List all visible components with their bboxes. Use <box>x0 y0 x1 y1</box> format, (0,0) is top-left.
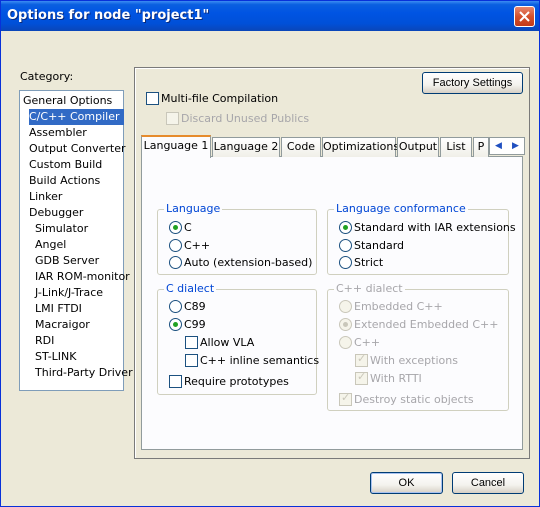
category-item-custom-build[interactable]: Custom Build <box>29 157 102 173</box>
close-button[interactable] <box>514 6 535 27</box>
language-c-label: C <box>184 221 192 234</box>
tab-output[interactable]: Output <box>397 137 439 157</box>
tab-p-partial[interactable]: P <box>473 137 489 157</box>
multi-file-compilation-label: Multi-file Compilation <box>161 92 279 105</box>
window-title: Options for node "project1" <box>7 8 210 23</box>
language-cpp-label: C++ <box>184 239 211 252</box>
with-rtti-checkbox: ✓ <box>355 370 368 385</box>
category-item-angel[interactable]: Angel <box>35 237 66 253</box>
require-prototypes-label: Require prototypes <box>184 375 289 388</box>
title-bar[interactable]: Options for node "project1" <box>1 1 539 31</box>
tab-optimizations[interactable]: Optimizations <box>322 137 399 157</box>
close-icon <box>519 11 530 22</box>
category-list[interactable]: General Options C/C++ Compiler Assembler… <box>19 90 133 391</box>
tab-language-2[interactable]: Language 2 <box>212 137 280 157</box>
c-dialect-c89-radio[interactable] <box>169 300 182 313</box>
category-item-linker[interactable]: Linker <box>29 189 62 205</box>
tab-code[interactable]: Code <box>281 137 321 157</box>
ok-button[interactable]: OK <box>370 472 443 494</box>
language-cpp-radio[interactable] <box>169 239 182 252</box>
allow-vla-checkbox[interactable] <box>185 336 198 349</box>
cancel-button[interactable]: Cancel <box>452 472 524 494</box>
cpp-inline-semantics-checkbox[interactable] <box>185 354 198 367</box>
conformance-standard-radio[interactable] <box>339 239 352 252</box>
destroy-static-objects-label: Destroy static objects <box>354 393 474 406</box>
language-group-title: Language <box>164 202 223 216</box>
factory-settings-button[interactable]: Factory Settings <box>422 72 523 94</box>
category-item-lmi-ftdi[interactable]: LMI FTDI <box>35 301 82 317</box>
category-item-assembler[interactable]: Assembler <box>29 125 87 141</box>
language-auto-label: Auto (extension-based) <box>184 256 313 269</box>
discard-unused-publics-checkbox <box>166 112 179 125</box>
cpp-dialect-group-title: C++ dialect <box>334 282 405 296</box>
cpp-dialect-cpp-label: C++ <box>354 336 381 349</box>
category-item-general-options[interactable]: General Options <box>23 93 112 109</box>
category-item-iar-rom-monitor[interactable]: IAR ROM-monitor <box>35 269 130 285</box>
options-dialog: Options for node "project1" Category: Ge… <box>0 0 540 507</box>
category-label: Category: <box>20 70 74 83</box>
with-exceptions-checkbox: ✓ <box>355 352 368 367</box>
c-dialect-group-title: C dialect <box>164 282 217 296</box>
multi-file-compilation-checkbox[interactable] <box>146 92 159 105</box>
category-item-build-actions[interactable]: Build Actions <box>29 173 100 189</box>
cpp-inline-semantics-label: C++ inline semantics <box>200 354 320 367</box>
category-item-c-cpp-compiler[interactable]: C/C++ Compiler <box>29 109 124 125</box>
conformance-strict-label: Strict <box>354 256 384 269</box>
cpp-dialect-extended-radio <box>339 318 352 331</box>
c-dialect-c99-label: C99 <box>184 318 206 331</box>
tab-scroll-left-icon[interactable]: ◀ <box>490 138 507 154</box>
c-dialect-c99-radio[interactable] <box>169 318 182 331</box>
tab-scroll-buttons: ◀ ▶ <box>489 137 525 155</box>
cpp-dialect-cpp-radio <box>339 336 352 349</box>
category-item-rdi[interactable]: RDI <box>35 333 54 349</box>
c-dialect-c89-label: C89 <box>184 300 206 313</box>
language-conformance-group-title: Language conformance <box>334 202 468 216</box>
cpp-dialect-embedded-label: Embedded C++ <box>354 300 443 313</box>
cpp-dialect-embedded-radio <box>339 300 352 313</box>
category-item-gdb-server[interactable]: GDB Server <box>35 253 99 269</box>
category-item-output-converter[interactable]: Output Converter <box>29 141 126 157</box>
tab-language-1[interactable]: Language 1 <box>141 135 211 158</box>
category-item-debugger[interactable]: Debugger <box>29 205 83 221</box>
conformance-strict-radio[interactable] <box>339 256 352 269</box>
conformance-standard-iar-label: Standard with IAR extensions <box>354 221 516 234</box>
language-c-radio[interactable] <box>169 221 182 234</box>
category-item-simulator[interactable]: Simulator <box>35 221 88 237</box>
destroy-static-objects-checkbox: ✓ <box>339 391 352 406</box>
category-item-macraigor[interactable]: Macraigor <box>35 317 90 333</box>
require-prototypes-checkbox[interactable] <box>169 375 182 388</box>
category-item-third-party-driver[interactable]: Third-Party Driver <box>35 365 133 381</box>
discard-unused-publics-label: Discard Unused Publics <box>181 112 310 125</box>
with-exceptions-label: With exceptions <box>370 354 458 367</box>
tab-list[interactable]: List <box>440 137 472 157</box>
with-rtti-label: With RTTI <box>370 372 422 385</box>
allow-vla-label: Allow VLA <box>200 336 255 349</box>
cpp-dialect-extended-label: Extended Embedded C++ <box>354 318 499 331</box>
category-item-jlink-jtrace[interactable]: J-Link/J-Trace <box>35 285 103 301</box>
category-item-st-link[interactable]: ST-LINK <box>35 349 76 365</box>
conformance-standard-label: Standard <box>354 239 405 252</box>
conformance-standard-iar-radio[interactable] <box>339 221 352 234</box>
tab-scroll-right-icon[interactable]: ▶ <box>507 138 524 154</box>
language-auto-radio[interactable] <box>169 256 182 269</box>
